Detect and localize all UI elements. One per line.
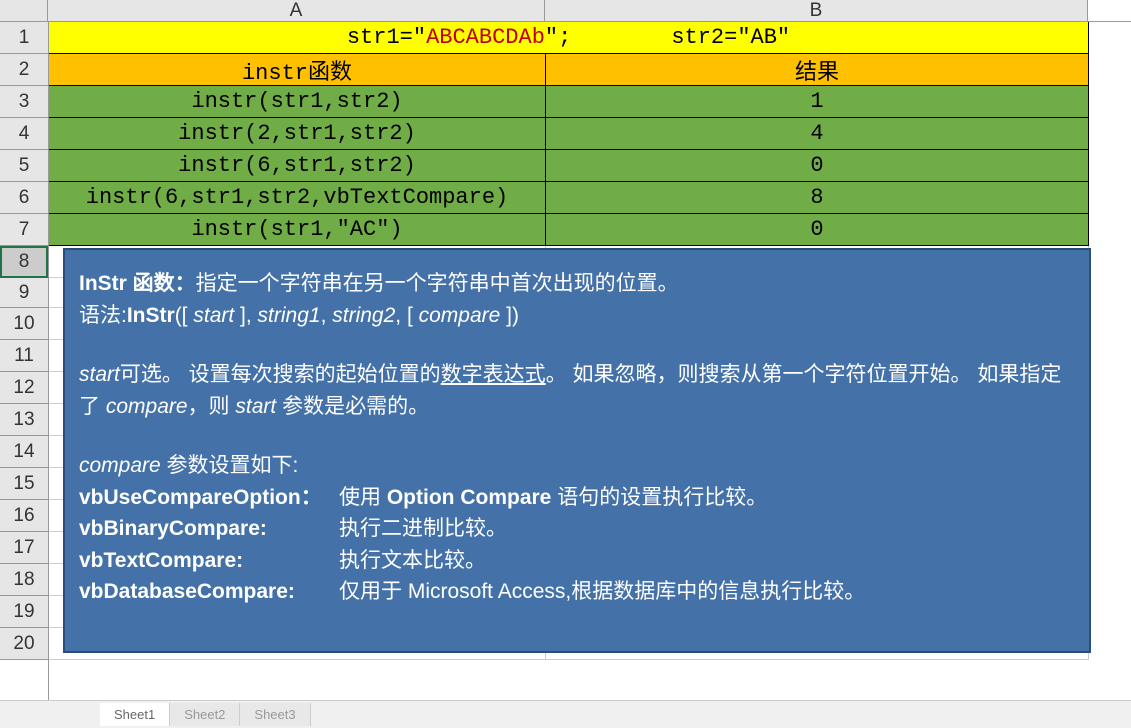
- documentation-textbox[interactable]: InStr 函数：指定一个字符串在另一个字符串中首次出现的位置。 语法:InSt…: [63, 248, 1091, 653]
- cell-b7[interactable]: 0: [546, 214, 1089, 246]
- str1-value: ABCABCDAb: [426, 25, 545, 50]
- doc-line-title: InStr 函数：指定一个字符串在另一个字符串中首次出现的位置。: [79, 268, 1075, 300]
- row-header-12[interactable]: 12: [0, 372, 48, 404]
- sheet-tab-3[interactable]: Sheet3: [240, 703, 310, 726]
- select-all-corner[interactable]: [0, 0, 48, 22]
- col-header-b[interactable]: B: [545, 0, 1088, 21]
- cell-a3[interactable]: instr(str1,str2): [49, 86, 546, 118]
- row-header-7[interactable]: 7: [0, 214, 48, 246]
- row-header-17[interactable]: 17: [0, 532, 48, 564]
- sheet-tab-2[interactable]: Sheet2: [170, 703, 240, 726]
- doc-option-1: vbBinaryCompare: 执行二进制比较。: [79, 513, 1075, 545]
- row-header-14[interactable]: 14: [0, 436, 48, 468]
- sheet-tab-bar: Sheet1 Sheet2 Sheet3: [0, 700, 1131, 728]
- row-header-4[interactable]: 4: [0, 118, 48, 150]
- cell-a6[interactable]: instr(6,str1,str2,vbTextCompare): [49, 182, 546, 214]
- row-header-5[interactable]: 5: [0, 150, 48, 182]
- row-header-20[interactable]: 20: [0, 628, 48, 660]
- row-header-2[interactable]: 2: [0, 54, 48, 86]
- cell-b3[interactable]: 1: [546, 86, 1089, 118]
- row-header-18[interactable]: 18: [0, 564, 48, 596]
- doc-option-0: vbUseCompareOption： 使用 Option Compare 语句…: [79, 482, 1075, 514]
- row-header-3[interactable]: 3: [0, 86, 48, 118]
- cell-a4[interactable]: instr(2,str1,str2): [49, 118, 546, 150]
- str2-text: str2="AB": [671, 25, 790, 50]
- cell-a7[interactable]: instr(str1,"AC"): [49, 214, 546, 246]
- cell-b5[interactable]: 0: [546, 150, 1089, 182]
- row-header-9[interactable]: 9: [0, 278, 48, 308]
- row-header-10[interactable]: 10: [0, 308, 48, 340]
- cell-a1-merged[interactable]: str1="ABCABCDAb"; str2="AB": [49, 22, 1089, 54]
- doc-line-compare: compare 参数设置如下:: [79, 450, 1075, 482]
- row-header-6[interactable]: 6: [0, 182, 48, 214]
- doc-option-3: vbDatabaseCompare: 仅用于 Microsoft Access,…: [79, 576, 1075, 608]
- col-header-a[interactable]: A: [48, 0, 545, 21]
- sheet-tab-1[interactable]: Sheet1: [100, 703, 170, 726]
- row-header-8[interactable]: 8: [0, 246, 48, 278]
- row-header-11[interactable]: 11: [0, 340, 48, 372]
- cell-a2[interactable]: instr函数: [49, 54, 546, 86]
- doc-line-start: start可选。 设置每次搜索的起始位置的数字表达式。 如果忽略，则搜索从第一个…: [79, 359, 1075, 422]
- doc-line-syntax: 语法:InStr([ start ], string1, string2, [ …: [79, 300, 1075, 332]
- doc-option-2: vbTextCompare: 执行文本比较。: [79, 545, 1075, 577]
- str1-suffix: ";: [545, 25, 571, 50]
- cell-b2[interactable]: 结果: [546, 54, 1089, 86]
- cell-a5[interactable]: instr(6,str1,str2): [49, 150, 546, 182]
- cell-b4[interactable]: 4: [546, 118, 1089, 150]
- row-header-1[interactable]: 1: [0, 22, 48, 54]
- row-header-19[interactable]: 19: [0, 596, 48, 628]
- cell-b6[interactable]: 8: [546, 182, 1089, 214]
- row-header-15[interactable]: 15: [0, 468, 48, 500]
- row-header-13[interactable]: 13: [0, 404, 48, 436]
- row-header-16[interactable]: 16: [0, 500, 48, 532]
- str1-prefix: str1=": [347, 25, 426, 50]
